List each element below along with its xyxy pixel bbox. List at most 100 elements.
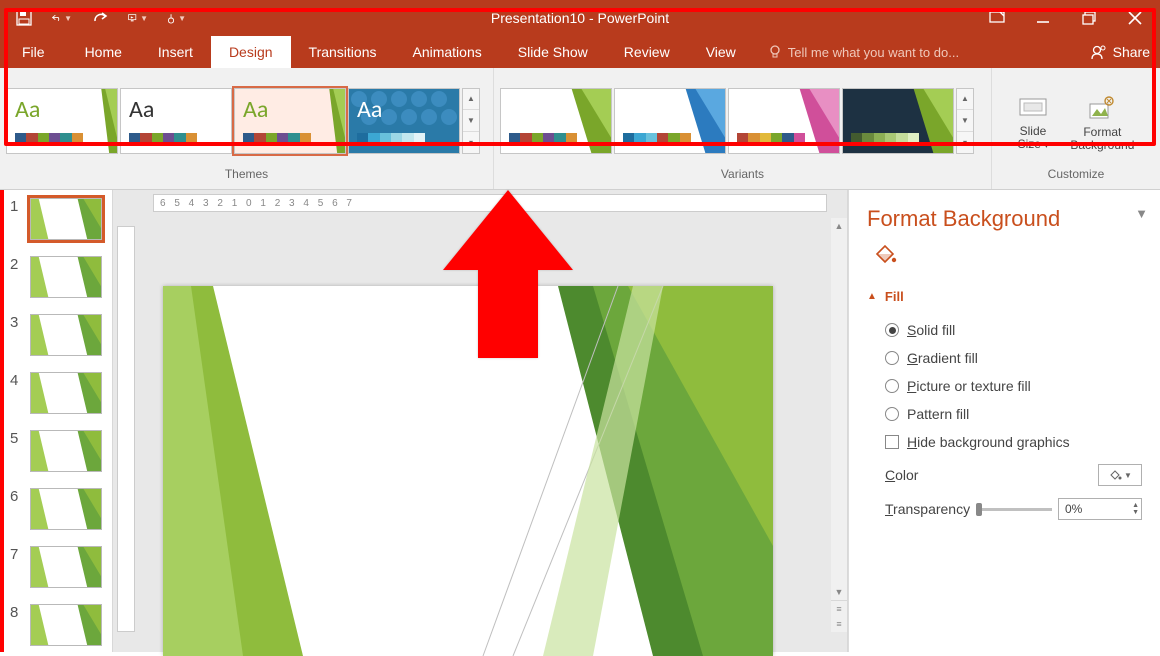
format-background-label: FormatBackground	[1070, 126, 1134, 152]
gallery-down-icon[interactable]: ▼	[463, 110, 479, 132]
save-icon[interactable]	[14, 8, 34, 28]
pattern-fill-label: Pattern fill	[907, 406, 969, 422]
slide-thumbnail[interactable]: 6	[4, 486, 112, 544]
fill-bucket-icon[interactable]	[871, 242, 1142, 271]
ribbon-display-options-icon[interactable]	[988, 9, 1006, 27]
touch-mouse-mode-icon[interactable]: ▼	[166, 8, 186, 28]
tell-me-search[interactable]: Tell me what you want to do...	[754, 36, 1081, 68]
solid-fill-radio[interactable]: Solid fill	[867, 318, 1142, 346]
scroll-up-icon[interactable]: ▲	[831, 218, 847, 234]
slide-thumbnail[interactable]: 7	[4, 544, 112, 602]
minimize-icon[interactable]	[1034, 9, 1052, 27]
share-label: Share	[1113, 44, 1150, 60]
hide-bg-graphics-check[interactable]: Hide background graphics	[867, 430, 1142, 458]
variants-group: ▲▼▾ Variants	[494, 68, 992, 189]
tell-me-placeholder: Tell me what you want to do...	[788, 45, 959, 60]
spin-up-icon[interactable]: ▲	[1132, 502, 1139, 509]
transparency-input[interactable]: 0% ▲▼	[1058, 498, 1142, 520]
theme-card[interactable]: Aa	[6, 88, 118, 154]
next-slide-icon[interactable]: ≡	[831, 616, 847, 632]
gradient-fill-radio[interactable]: Gradient fill	[867, 346, 1142, 374]
slide-thumbnail[interactable]: 5	[4, 428, 112, 486]
theme-card[interactable]: Aa	[234, 88, 346, 154]
theme-card[interactable]: Aa	[120, 88, 232, 154]
thumb-preview	[30, 372, 102, 414]
thumb-number: 5	[10, 430, 24, 447]
ribbon-body: AaAa AaAa▲▼▾ Themes ▲▼▾ Variants	[0, 68, 1160, 190]
radio-icon	[885, 323, 899, 337]
tab-transitions[interactable]: Transitions	[291, 36, 395, 68]
gallery-up-icon[interactable]: ▲	[463, 89, 479, 111]
ribbon-tabs: File Home Insert Design Transitions Anim…	[0, 36, 1160, 68]
thumb-preview	[30, 604, 102, 646]
transparency-slider[interactable]	[970, 508, 1058, 511]
slide-size-icon	[1019, 93, 1047, 121]
slide-thumbnail[interactable]: 4	[4, 370, 112, 428]
variant-card[interactable]	[842, 88, 954, 154]
restore-icon[interactable]	[1080, 9, 1098, 27]
transparency-label: Transparency	[885, 501, 970, 517]
picture-fill-radio[interactable]: Picture or texture fill	[867, 374, 1142, 402]
gallery-more-icon[interactable]: ▾	[957, 132, 973, 153]
format-background-button[interactable]: FormatBackground	[1062, 90, 1142, 152]
scroll-down-icon[interactable]: ▼	[831, 584, 847, 600]
customize-group: SlideSize ▾ FormatBackground Customize	[992, 68, 1160, 189]
paint-bucket-icon	[1108, 468, 1122, 482]
spin-down-icon[interactable]: ▼	[1132, 509, 1139, 516]
tab-animations[interactable]: Animations	[394, 36, 499, 68]
tab-review[interactable]: Review	[606, 36, 688, 68]
variants-group-label: Variants	[494, 167, 991, 189]
vertical-scrollbar[interactable]: ▲ ▼ ≡ ≡	[831, 218, 847, 632]
previous-slide-icon[interactable]: ≡	[831, 600, 847, 616]
fill-section-toggle[interactable]: ▲ Fill	[867, 289, 1142, 304]
collapse-triangle-icon: ▲	[867, 291, 877, 302]
variant-card[interactable]	[728, 88, 840, 154]
annotation-arrow	[443, 190, 573, 360]
transparency-control-row: Transparency 0% ▲▼	[867, 492, 1142, 526]
chevron-down-icon: ▼	[1124, 471, 1132, 480]
slide-thumbnail[interactable]: 3	[4, 312, 112, 370]
tab-home[interactable]: Home	[67, 36, 140, 68]
transparency-value: 0%	[1065, 502, 1082, 516]
redo-icon[interactable]	[90, 8, 110, 28]
checkbox-icon	[885, 435, 899, 449]
thumb-number: 7	[10, 546, 24, 563]
tab-view[interactable]: View	[688, 36, 754, 68]
variant-card[interactable]	[500, 88, 612, 154]
thumb-preview	[30, 488, 102, 530]
slide-thumbnails-panel: 1 2 3 4	[4, 190, 112, 652]
gradient-fill-label: Gradient fill	[907, 350, 978, 366]
share-button[interactable]: Share	[1081, 36, 1160, 68]
start-from-beginning-icon[interactable]: ▼	[128, 8, 148, 28]
themes-gallery-scroll[interactable]: ▲▼▾	[462, 88, 480, 154]
variant-card[interactable]	[614, 88, 726, 154]
color-label: Color	[885, 467, 918, 483]
tab-slide-show[interactable]: Slide Show	[500, 36, 606, 68]
slide-thumbnail[interactable]: 2	[4, 254, 112, 312]
variants-gallery: ▲▼▾	[494, 68, 991, 167]
theme-card[interactable]: Aa	[348, 88, 460, 154]
pattern-fill-radio[interactable]: Pattern fill	[867, 402, 1142, 430]
vertical-ruler[interactable]	[117, 226, 135, 632]
gallery-more-icon[interactable]: ▾	[463, 132, 479, 153]
color-picker-button[interactable]: ▼	[1098, 464, 1142, 486]
tab-insert[interactable]: Insert	[140, 36, 211, 68]
slide-thumbnail[interactable]: 8	[4, 602, 112, 652]
variants-gallery-scroll[interactable]: ▲▼▾	[956, 88, 974, 154]
slide-size-button[interactable]: SlideSize ▾	[1010, 89, 1057, 152]
tab-design[interactable]: Design	[211, 36, 291, 68]
gallery-up-icon[interactable]: ▲	[957, 89, 973, 111]
titlebar: ▼ ▼ ▼ Presentation10 - PowerPoint	[0, 0, 1160, 36]
format-pane-title: Format Background	[867, 206, 1142, 232]
lightbulb-icon	[768, 45, 782, 59]
thumb-preview	[30, 198, 102, 240]
close-icon[interactable]	[1126, 9, 1144, 27]
fill-section-label: Fill	[885, 289, 904, 304]
slide-editor: 6 5 4 3 2 1 0 1 2 3 4 5 6 7	[112, 190, 848, 652]
workspace: 1 2 3 4	[0, 190, 1160, 652]
tab-file[interactable]: File	[0, 36, 67, 68]
slide-thumbnail[interactable]: 1	[4, 196, 112, 254]
pane-menu-icon[interactable]: ▼	[1135, 206, 1148, 221]
undo-icon[interactable]: ▼	[52, 8, 72, 28]
gallery-down-icon[interactable]: ▼	[957, 110, 973, 132]
